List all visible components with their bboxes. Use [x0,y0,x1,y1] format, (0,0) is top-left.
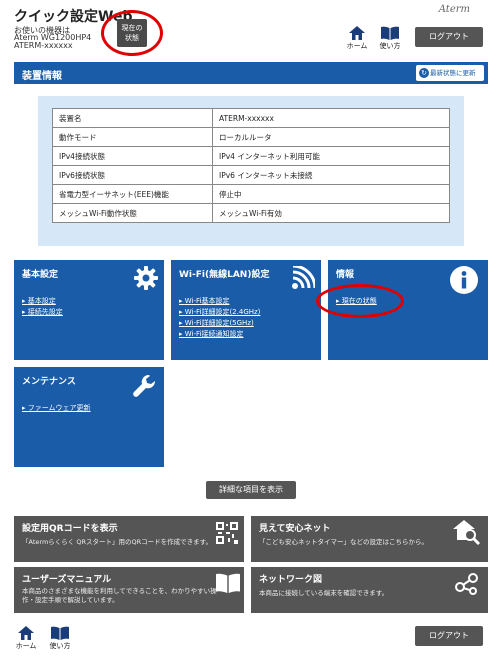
header: クイック設定Web お使いの機器は Aterm WG1200HP4 ATERM-… [0,0,500,58]
info-value: IPv4 インターネット利用可能 [212,146,450,166]
table-row: 動作モード ローカルルータ [52,127,450,147]
highlight-circle [101,10,163,56]
highlight-circle [316,284,404,318]
basic-settings-tile: 基本設定 基本設定 接続先設定 [14,260,164,360]
network-map-title: ネットワーク図 [259,575,323,585]
info-title: 情報 [336,270,355,280]
footer-home-label: ホーム [15,642,37,650]
link-wifi-detail-24[interactable]: Wi-Fi詳細設定(2.4GHz) [179,307,261,317]
qr-code-tile[interactable]: 設定用QRコードを表示 「Atermらくらく QRスタート」用のQRコードを作成… [14,516,244,562]
info-value: ローカルルータ [212,127,450,147]
house-search-icon [453,520,481,546]
safety-net-desc: 「こども安心ネットタイマー」などの設定はこちらから。 [259,538,428,546]
info-key: 装置名 [52,108,213,128]
show-detail-button[interactable]: 詳細な項目を表示 [206,481,296,499]
table-row: 装置名 ATERM-xxxxxx [52,108,450,128]
help-label: 使い方 [379,42,401,50]
info-key: メッシュWi-Fi動作状態 [52,203,213,223]
wrench-icon [133,374,156,397]
table-row: メッシュWi-Fi動作状態 メッシュWi-Fi有効 [52,203,450,223]
book-icon [381,26,399,40]
footer-logout-button[interactable]: ログアウト [415,626,483,646]
info-value: メッシュWi-Fi有効 [212,203,450,223]
maintenance-title: メンテナンス [22,377,76,387]
maintenance-tile: メンテナンス ファームウェア更新 [14,367,164,467]
basic-settings-title: 基本設定 [22,270,59,280]
home-nav[interactable]: ホーム [343,26,371,51]
info-value: 停止中 [212,184,450,204]
device-info-panel: 装置名 ATERM-xxxxxx 動作モード ローカルルータ IPv4接続状態 … [38,96,464,246]
users-manual-tile[interactable]: ユーザーズマニュアル 本商品のさまざまな機能を利用してできることを、わかりやすい… [14,567,244,613]
link-basic-settings[interactable]: 基本設定 [22,296,56,306]
gear-icon [134,266,158,290]
qr-code-title: 設定用QRコードを表示 [22,524,118,534]
wifi-settings-title: Wi-Fi(無線LAN)設定 [179,270,270,280]
footer: ホーム 使い方 ログアウト [0,616,500,666]
wifi-settings-tile: Wi-Fi(無線LAN)設定 Wi-Fi基本設定 Wi-Fi詳細設定(2.4GH… [171,260,321,360]
device-id: ATERM-xxxxxx [14,41,73,50]
logout-button[interactable]: ログアウト [415,27,483,47]
footer-help-nav[interactable]: 使い方 [46,626,74,651]
safety-net-tile[interactable]: 見えて安心ネット 「こども安心ネットタイマー」などの設定はこちらから。 [251,516,488,562]
users-manual-title: ユーザーズマニュアル [22,575,112,585]
network-map-desc: 本商品に接続している端末を確認できます。 [259,589,389,597]
info-value: ATERM-xxxxxx [212,108,450,128]
help-nav[interactable]: 使い方 [376,26,404,51]
safety-net-title: 見えて安心ネット [259,524,331,534]
link-wifi-detail-5[interactable]: Wi-Fi詳細設定(5GHz) [179,318,254,328]
brand-logo: Aterm [438,4,470,15]
wifi-icon [292,266,315,289]
book-icon [51,626,69,640]
qr-code-icon [216,522,238,544]
refresh-button[interactable]: ↻ 最新状態に更新 [416,65,484,81]
link-wifi-basic[interactable]: Wi-Fi基本設定 [179,296,230,306]
link-connection-settings[interactable]: 接続先設定 [22,307,63,317]
footer-home-nav[interactable]: ホーム [12,626,40,651]
device-info-bar: 装置情報 ↻ 最新状態に更新 [14,62,488,84]
info-value: IPv6 インターネット未接続 [212,165,450,185]
users-manual-desc-line: 本商品のさまざまな機能を利用してできることを、わかりやすい操 [22,587,217,595]
device-info-title: 装置情報 [22,71,62,82]
info-icon [450,266,478,294]
table-row: IPv6接続状態 IPv6 インターネット未接続 [52,165,450,185]
users-manual-desc-line: 作・設定手順で解説しています。 [22,596,119,604]
home-label: ホーム [346,42,368,50]
link-firmware-update[interactable]: ファームウェア更新 [22,403,91,413]
network-icon [455,573,478,595]
qr-code-desc: 「Atermらくらく QRスタート」用のQRコードを作成できます。 [22,538,212,546]
table-row: IPv4接続状態 IPv4 インターネット利用可能 [52,146,450,166]
book-icon [216,573,240,593]
network-map-tile[interactable]: ネットワーク図 本商品に接続している端末を確認できます。 [251,567,488,613]
info-key: 省電力型イーサネット(EEE)機能 [52,184,213,204]
info-key: 動作モード [52,127,213,147]
refresh-label: 最新状態に更新 [430,69,476,77]
refresh-icon: ↻ [419,68,429,78]
info-key: IPv6接続状態 [52,165,213,185]
home-icon [349,26,365,40]
home-icon [18,626,34,640]
users-manual-desc: 本商品のさまざまな機能を利用してできることを、わかりやすい操 作・設定手順で解説… [22,587,222,605]
device-info-table: 装置名 ATERM-xxxxxx 動作モード ローカルルータ IPv4接続状態 … [52,108,450,223]
table-row: 省電力型イーサネット(EEE)機能 停止中 [52,184,450,204]
info-key: IPv4接続状態 [52,146,213,166]
footer-help-label: 使い方 [49,642,71,650]
link-wifi-notify[interactable]: Wi-Fi接続通知設定 [179,329,244,339]
